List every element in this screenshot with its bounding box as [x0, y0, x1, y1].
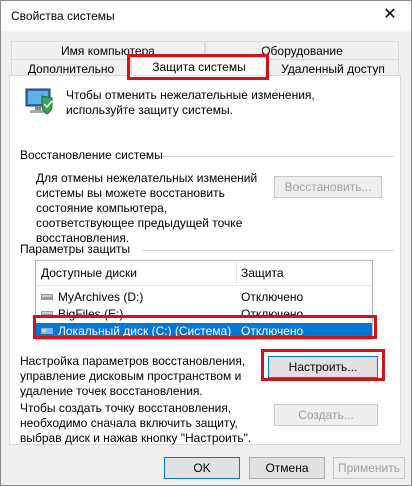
configure-button[interactable]: Настроить...: [268, 356, 378, 378]
create-button[interactable]: Создать...: [274, 404, 378, 426]
column-header-drives[interactable]: Доступные диски: [41, 266, 137, 280]
column-header-protection[interactable]: Защита: [241, 266, 284, 280]
title-bar: Свойства системы ✕: [1, 1, 411, 31]
apply-button[interactable]: Применить: [333, 457, 405, 479]
drive-icon: [41, 294, 53, 300]
list-item[interactable]: BigFiles (E:) Отключено: [36, 306, 372, 322]
list-header: Доступные диски Защита: [36, 261, 372, 286]
tab-strip: Имя компьютера Оборудование Дополнительн…: [1, 31, 411, 77]
section-divider: [142, 250, 394, 251]
system-drive-icon: [41, 328, 53, 334]
computer-shield-icon: [22, 86, 56, 118]
tab-system-protection[interactable]: Защита системы: [131, 57, 267, 77]
list-item-selected[interactable]: Локальный диск (C:) (Система) Отключено: [36, 323, 372, 339]
cancel-button[interactable]: Отмена: [249, 457, 325, 479]
configure-description: Настройка параметров восстановления, упр…: [20, 354, 246, 398]
ok-button[interactable]: OK: [164, 457, 240, 479]
window-title: Свойства системы: [11, 9, 115, 23]
drive-icon: [41, 311, 53, 317]
restore-description: Для отмены нежелательных изменений систе…: [36, 171, 258, 245]
list-item[interactable]: MyArchives (D:) Отключено: [36, 289, 372, 305]
dialog-footer: OK Отмена Применить: [1, 451, 411, 485]
close-icon[interactable]: ✕: [379, 5, 401, 25]
restore-button[interactable]: Восстановить...: [274, 176, 382, 198]
restore-section-title: Восстановление системы: [20, 148, 163, 162]
intro-text: Чтобы отменить нежелательные изменения, …: [66, 88, 315, 117]
protection-section-title: Параметры защиты: [20, 242, 131, 256]
create-description: Чтобы создать точку восстановления, необ…: [20, 401, 252, 445]
system-protection-panel: Чтобы отменить нежелательные изменения, …: [9, 75, 401, 445]
system-properties-window: Свойства системы ✕ Имя компьютера Оборуд…: [0, 0, 412, 486]
section-divider: [162, 156, 394, 157]
drives-list[interactable]: Доступные диски Защита MyArchives (D:) О…: [35, 260, 373, 340]
